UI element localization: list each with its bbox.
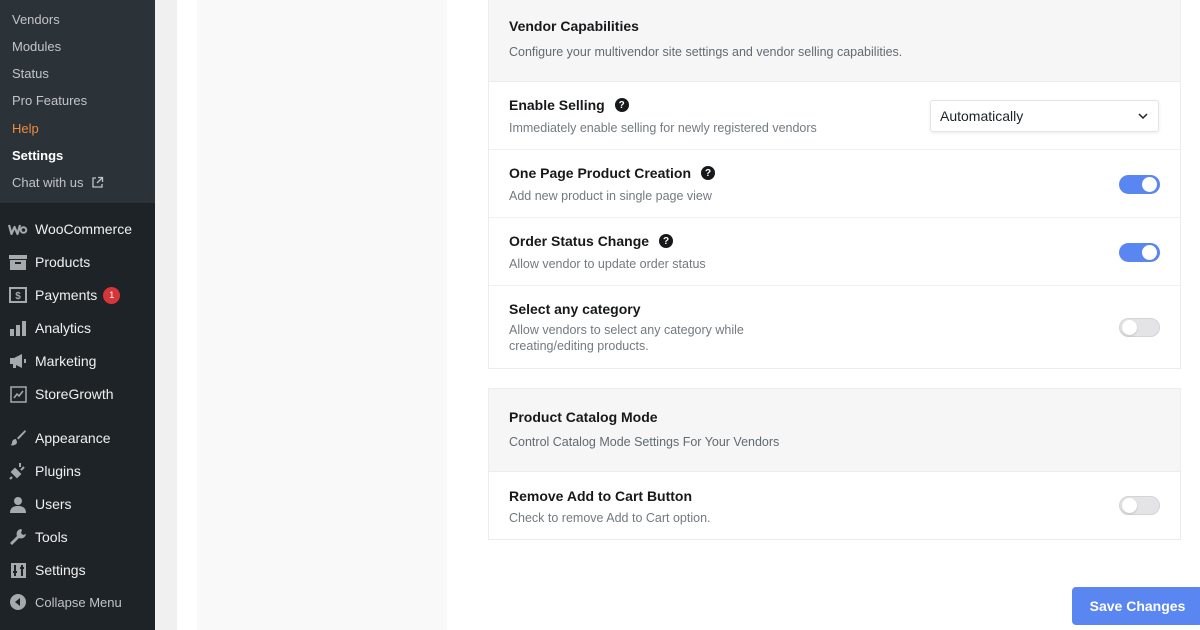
menu-label: Users — [35, 496, 72, 512]
submenu-chat-label: Chat with us — [12, 175, 84, 190]
menu-marketing[interactable]: Marketing — [0, 345, 155, 377]
select-value: Automatically — [940, 108, 1024, 124]
menu-appearance[interactable]: Appearance — [0, 422, 155, 454]
setting-title-text: One Page Product Creation — [509, 165, 692, 181]
user-icon — [8, 494, 28, 514]
setting-title-text: Remove Add to Cart Button — [509, 488, 693, 504]
select-any-category-toggle[interactable] — [1119, 318, 1160, 337]
catalog-mode-section: Product Catalog Mode Control Catalog Mod… — [488, 388, 1181, 540]
section-description: Control Catalog Mode Settings For Your V… — [509, 435, 780, 449]
save-changes-button[interactable]: Save Changes — [1072, 587, 1200, 625]
setting-description: Allow vendors to select any category whi… — [509, 323, 744, 353]
setting-row-select-any-category: Select any category Allow vendors to sel… — [489, 286, 1180, 369]
setting-description: Check to remove Add to Cart option. — [509, 511, 711, 525]
wrench-icon — [8, 527, 28, 547]
menu-label: Analytics — [35, 320, 92, 336]
setting-description: Allow vendor to update order status — [509, 257, 706, 271]
main-content: Vendor Capabilities Configure your multi… — [155, 0, 1200, 630]
menu-tools[interactable]: Tools — [0, 521, 155, 553]
menu-label: Tools — [35, 529, 68, 545]
submenu-help[interactable]: Help — [12, 121, 39, 137]
toggle-knob — [1142, 177, 1157, 192]
payments-icon: $ — [8, 285, 28, 305]
submenu-status[interactable]: Status — [12, 66, 49, 82]
setting-title: One Page Product Creation ? — [509, 165, 716, 181]
dokan-submenu: Vendors Modules Status Pro Features Help… — [0, 0, 155, 203]
storegrowth-icon — [8, 384, 28, 404]
submenu-chat-with-us[interactable]: Chat with us — [12, 175, 104, 191]
section-header: Vendor Capabilities Configure your multi… — [489, 0, 1180, 82]
menu-storegrowth[interactable]: StoreGrowth — [0, 378, 155, 410]
help-icon[interactable]: ? — [614, 98, 629, 112]
setting-title-text: Order Status Change — [509, 233, 650, 249]
setting-row-enable-selling: Enable Selling ? Immediately enable sell… — [489, 82, 1180, 150]
notification-badge: 1 — [103, 286, 121, 304]
settings-nav — [197, 0, 447, 630]
menu-analytics[interactable]: Analytics — [0, 312, 155, 344]
setting-description: Immediately enable selling for newly reg… — [509, 121, 817, 135]
collapse-icon — [8, 592, 28, 612]
toggle-knob — [1122, 320, 1137, 335]
menu-settings[interactable]: Settings — [0, 554, 155, 586]
setting-description: Add new product in single page view — [509, 189, 712, 203]
toggle-knob — [1142, 245, 1157, 260]
section-title: Product Catalog Mode — [509, 409, 658, 425]
menu-payments[interactable]: $ Payments 1 — [0, 279, 155, 311]
setting-row-one-page-product: One Page Product Creation ? Add new prod… — [489, 150, 1180, 218]
submenu-settings[interactable]: Settings — [12, 148, 63, 164]
remove-add-to-cart-toggle[interactable] — [1119, 496, 1160, 515]
analytics-icon — [8, 318, 28, 338]
menu-label: Collapse Menu — [35, 594, 122, 610]
section-header: Product Catalog Mode Control Catalog Mod… — [489, 389, 1180, 472]
admin-sidebar: Vendors Modules Status Pro Features Help… — [0, 0, 155, 630]
enable-selling-select[interactable]: Automatically — [930, 100, 1159, 132]
menu-users[interactable]: Users — [0, 488, 155, 520]
menu-label: StoreGrowth — [35, 386, 114, 402]
menu-plugins[interactable]: Plugins — [0, 455, 155, 487]
order-status-change-toggle[interactable] — [1119, 243, 1160, 262]
chevron-down-icon — [1138, 113, 1148, 120]
menu-label: Payments — [35, 287, 98, 303]
menu-label: WooCommerce — [35, 221, 132, 237]
products-icon — [8, 252, 28, 272]
vendor-capabilities-section: Vendor Capabilities Configure your multi… — [488, 0, 1181, 369]
help-icon[interactable]: ? — [659, 234, 674, 248]
setting-title: Remove Add to Cart Button — [509, 488, 692, 504]
megaphone-icon — [8, 351, 28, 371]
help-icon[interactable]: ? — [701, 166, 716, 180]
setting-title-text: Select any category — [509, 301, 641, 317]
menu-label: Marketing — [35, 353, 97, 369]
setting-row-remove-add-to-cart: Remove Add to Cart Button Check to remov… — [489, 472, 1180, 540]
menu-products[interactable]: Products — [0, 246, 155, 278]
svg-text:$: $ — [15, 291, 21, 302]
menu-woocommerce[interactable]: WooCommerce — [0, 213, 155, 245]
settings-icon — [8, 560, 28, 580]
one-page-product-toggle[interactable] — [1119, 175, 1160, 194]
woocommerce-icon — [8, 219, 28, 239]
brush-icon — [8, 428, 28, 448]
setting-title: Order Status Change ? — [509, 233, 674, 249]
setting-title-text: Enable Selling — [509, 97, 605, 113]
submenu-pro-features[interactable]: Pro Features — [12, 93, 87, 109]
toggle-knob — [1122, 498, 1137, 513]
setting-row-order-status-change: Order Status Change ? Allow vendor to up… — [489, 218, 1180, 286]
menu-label: Appearance — [35, 430, 111, 446]
menu-label: Settings — [35, 562, 86, 578]
setting-title: Enable Selling ? — [509, 97, 629, 113]
plugin-icon — [8, 461, 28, 481]
external-link-icon — [92, 176, 104, 188]
collapse-menu-button[interactable]: Collapse Menu — [0, 586, 155, 618]
setting-title: Select any category — [509, 301, 641, 317]
submenu-vendors[interactable]: Vendors — [12, 12, 60, 28]
submenu-modules[interactable]: Modules — [12, 39, 61, 55]
section-title: Vendor Capabilities — [509, 18, 639, 34]
section-description: Configure your multivendor site settings… — [509, 45, 903, 59]
menu-label: Plugins — [35, 463, 81, 479]
menu-label: Products — [35, 254, 91, 270]
settings-panel: Vendor Capabilities Configure your multi… — [177, 0, 1200, 630]
